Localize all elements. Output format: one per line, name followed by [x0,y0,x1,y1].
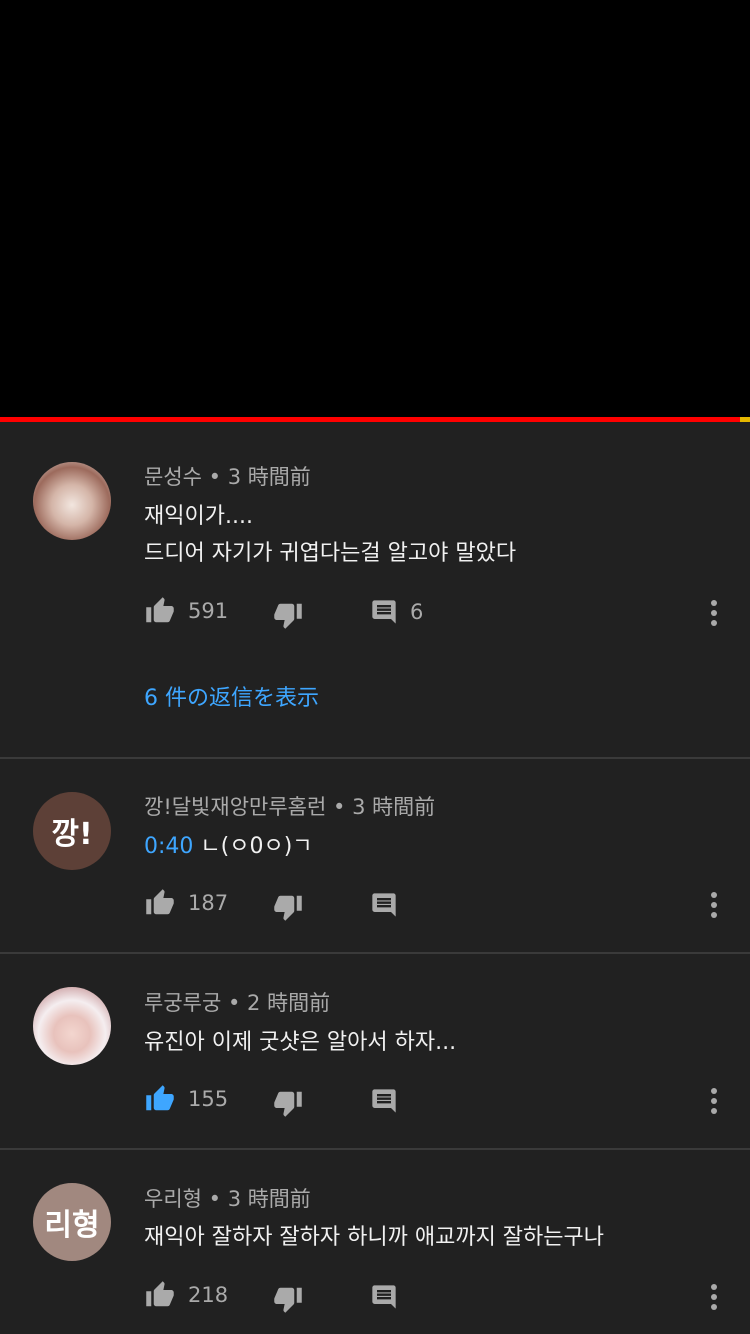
reply-icon [372,1285,396,1309]
reply-count: 6 [410,600,424,624]
dislike-button[interactable] [272,892,304,922]
thumb-down-icon [274,895,302,921]
more-vert-icon [706,892,722,918]
comment-time: 3 時間前 [352,795,436,819]
like-button[interactable]: 591 [144,596,228,626]
divider [0,952,750,954]
divider [0,757,750,759]
reply-button[interactable]: 6 [370,598,423,626]
avatar[interactable] [33,462,111,540]
author-name[interactable]: 깡!달빛재앙만루홈런 [144,795,326,819]
thumb-down-icon [274,603,302,629]
comment-text: 0:40 ㄴ(ㅇ0ㅇ)ㄱ [144,828,313,860]
avatar[interactable]: 깡! [33,792,111,870]
progress-fill [0,417,741,422]
dislike-button[interactable] [272,600,304,630]
meta-separator: • [208,1187,222,1211]
comment-meta: 루궁루궁 • 2 時間前 [144,987,330,1017]
like-count: 218 [188,1283,229,1307]
avatar[interactable] [33,987,111,1065]
thumb-up-icon [146,1281,174,1307]
like-count: 187 [188,891,229,915]
video-player[interactable] [0,0,750,418]
reply-button[interactable] [370,891,398,919]
meta-separator: • [208,465,222,489]
thumb-down-icon [274,1287,302,1313]
more-options-button[interactable] [706,600,722,630]
comment-meta: 우리형 • 3 時間前 [144,1183,311,1213]
author-name[interactable]: 우리형 [144,1187,202,1211]
dislike-button[interactable] [272,1088,304,1118]
comment-text: 재익아 잘하자 잘하자 하니까 애교까지 잘하는구나 [144,1225,605,1250]
like-button[interactable]: 218 [144,1280,228,1310]
thumb-down-icon [274,1091,302,1117]
video-progress-bar[interactable] [0,417,750,422]
show-replies-link[interactable]: 6 件の返信を表示 [144,680,319,712]
comment-text: 재익이가.... [144,504,253,529]
comment-meta: 깡!달빛재앙만루홈런 • 3 時間前 [144,791,435,821]
comment-text: 드디어 자기가 귀엽다는걸 알고야 말았다 [144,541,517,566]
comment-time: 3 時間前 [227,1187,311,1211]
reply-icon [372,893,396,917]
thumb-up-icon [146,1085,174,1111]
comment-time: 2 時間前 [247,991,331,1015]
more-options-button[interactable] [706,1284,722,1314]
like-button[interactable]: 187 [144,888,228,918]
like-button[interactable]: 155 [144,1084,228,1114]
like-count: 591 [188,599,229,623]
reply-button[interactable] [370,1283,398,1311]
more-options-button[interactable] [706,1088,722,1118]
timestamp-link[interactable]: 0:40 [144,834,193,859]
more-vert-icon [706,1088,722,1114]
like-count: 155 [188,1087,229,1111]
more-vert-icon [706,600,722,626]
comment-meta: 문성수 • 3 時間前 [144,461,311,491]
avatar[interactable]: 리형 [33,1183,111,1261]
meta-separator: • [227,991,241,1015]
reply-icon [372,1089,396,1113]
reply-icon [372,600,396,624]
progress-buffer [740,417,750,422]
meta-separator: • [333,795,346,819]
thumb-up-icon [146,597,174,623]
comment-text: 유진아 이제 굿샷은 알아서 하자... [144,1030,457,1055]
thumb-up-icon [146,889,174,915]
comment-time: 3 時間前 [227,465,311,489]
comment-text-content: ㄴ(ㅇ0ㅇ)ㄱ [200,834,313,859]
reply-button[interactable] [370,1087,398,1115]
more-vert-icon [706,1284,722,1310]
author-name[interactable]: 루궁루궁 [144,991,221,1015]
dislike-button[interactable] [272,1284,304,1314]
author-name[interactable]: 문성수 [144,465,202,489]
more-options-button[interactable] [706,892,722,922]
divider [0,1148,750,1150]
